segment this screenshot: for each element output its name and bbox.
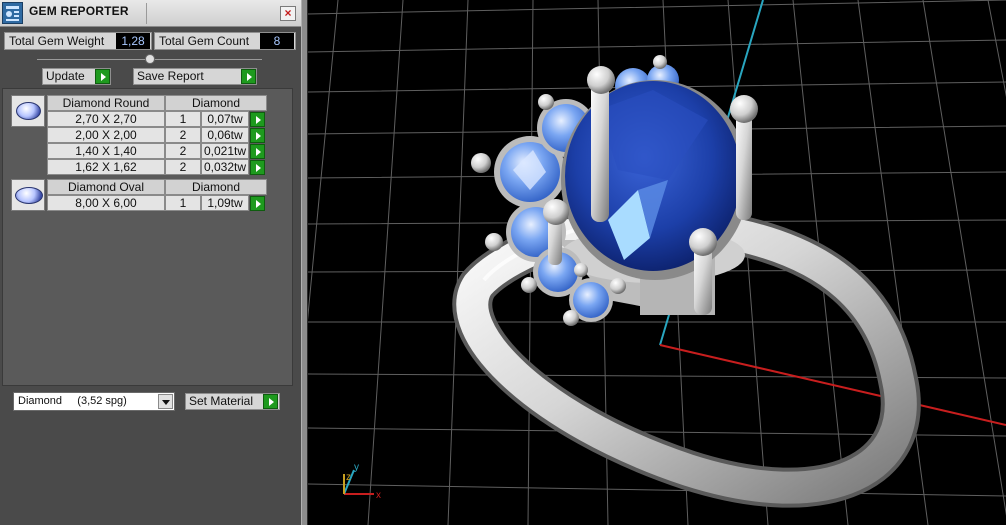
axis-gizmo: x y z — [343, 462, 381, 501]
row-go-icon[interactable] — [250, 128, 265, 143]
save-report-button[interactable]: Save Report — [133, 68, 257, 85]
axis-y-label: y — [354, 462, 359, 473]
oval-center-stone — [561, 80, 749, 280]
oval-gem-icon[interactable] — [11, 179, 45, 211]
material-dropdown[interactable]: Diamond (3,52 spg) — [13, 392, 175, 411]
gem-reporter-app-icon — [2, 2, 23, 24]
chevron-down-icon[interactable] — [158, 394, 173, 409]
gem-size-cell: 1,40 X 1,40 — [47, 143, 165, 159]
set-material-button[interactable]: Set Material — [185, 393, 280, 410]
3d-viewport[interactable]: x y z — [308, 0, 1006, 525]
gem-size-cell: 2,70 X 2,70 — [47, 111, 165, 127]
viewport-scene: x y z — [308, 0, 1006, 525]
set-material-button-label: Set Material — [189, 394, 254, 408]
row-go-icon[interactable] — [250, 144, 265, 159]
gem-size-cell: 8,00 X 6,00 — [47, 195, 165, 211]
axis-x-label: x — [376, 490, 381, 501]
gem-qty-cell: 1 — [165, 111, 201, 127]
gem-group-name: Diamond Round — [47, 95, 165, 111]
gem-qty-cell: 2 — [165, 143, 201, 159]
gem-group-material: Diamond — [165, 95, 267, 111]
set-material-go-icon[interactable] — [263, 394, 278, 409]
save-report-button-label: Save Report — [137, 69, 204, 83]
gem-weight-cell: 0,032tw — [201, 159, 249, 175]
gem-report-list: Diamond Round Diamond 2,70 X 2,70 1 0,07… — [2, 88, 293, 386]
title-separator — [146, 3, 147, 24]
material-selected-value: Diamond (3,52 spg) — [18, 395, 127, 407]
total-gem-weight-value: 1,28 — [116, 33, 150, 49]
update-button[interactable]: Update — [42, 68, 111, 85]
round-gem-icon[interactable] — [11, 95, 45, 127]
gem-group-name: Diamond Oval — [47, 179, 165, 195]
panel-divider[interactable] — [301, 0, 308, 525]
update-go-icon[interactable] — [95, 69, 110, 84]
gem-weight-cell: 0,07tw — [201, 111, 249, 127]
total-gem-count-text: Total Gem Count — [159, 34, 250, 48]
title-bar[interactable]: GEM REPORTER × — [0, 0, 301, 27]
row-go-icon[interactable] — [250, 112, 265, 127]
splitter-handle[interactable] — [145, 54, 155, 64]
gem-size-cell: 2,00 X 2,00 — [47, 127, 165, 143]
window-title: GEM REPORTER — [29, 4, 129, 18]
gem-size-cell: 1,62 X 1,62 — [47, 159, 165, 175]
close-button[interactable]: × — [280, 6, 296, 21]
gem-weight-cell: 0,06tw — [201, 127, 249, 143]
axis-z-label: z — [346, 472, 351, 483]
gem-weight-cell: 1,09tw — [201, 195, 249, 211]
update-button-label: Update — [46, 69, 85, 83]
gem-group-material: Diamond — [165, 179, 267, 195]
save-report-go-icon[interactable] — [241, 69, 256, 84]
row-go-icon[interactable] — [250, 160, 265, 175]
gem-qty-cell: 1 — [165, 195, 201, 211]
row-go-icon[interactable] — [250, 196, 265, 211]
total-gem-count-value: 8 — [260, 33, 294, 49]
gem-qty-cell: 2 — [165, 159, 201, 175]
gem-weight-cell: 0,021tw — [201, 143, 249, 159]
gem-qty-cell: 2 — [165, 127, 201, 143]
gem-reporter-panel: GEM REPORTER × Total Gem Weight 1,28 Tot… — [0, 0, 301, 525]
total-gem-weight-text: Total Gem Weight — [9, 34, 105, 48]
